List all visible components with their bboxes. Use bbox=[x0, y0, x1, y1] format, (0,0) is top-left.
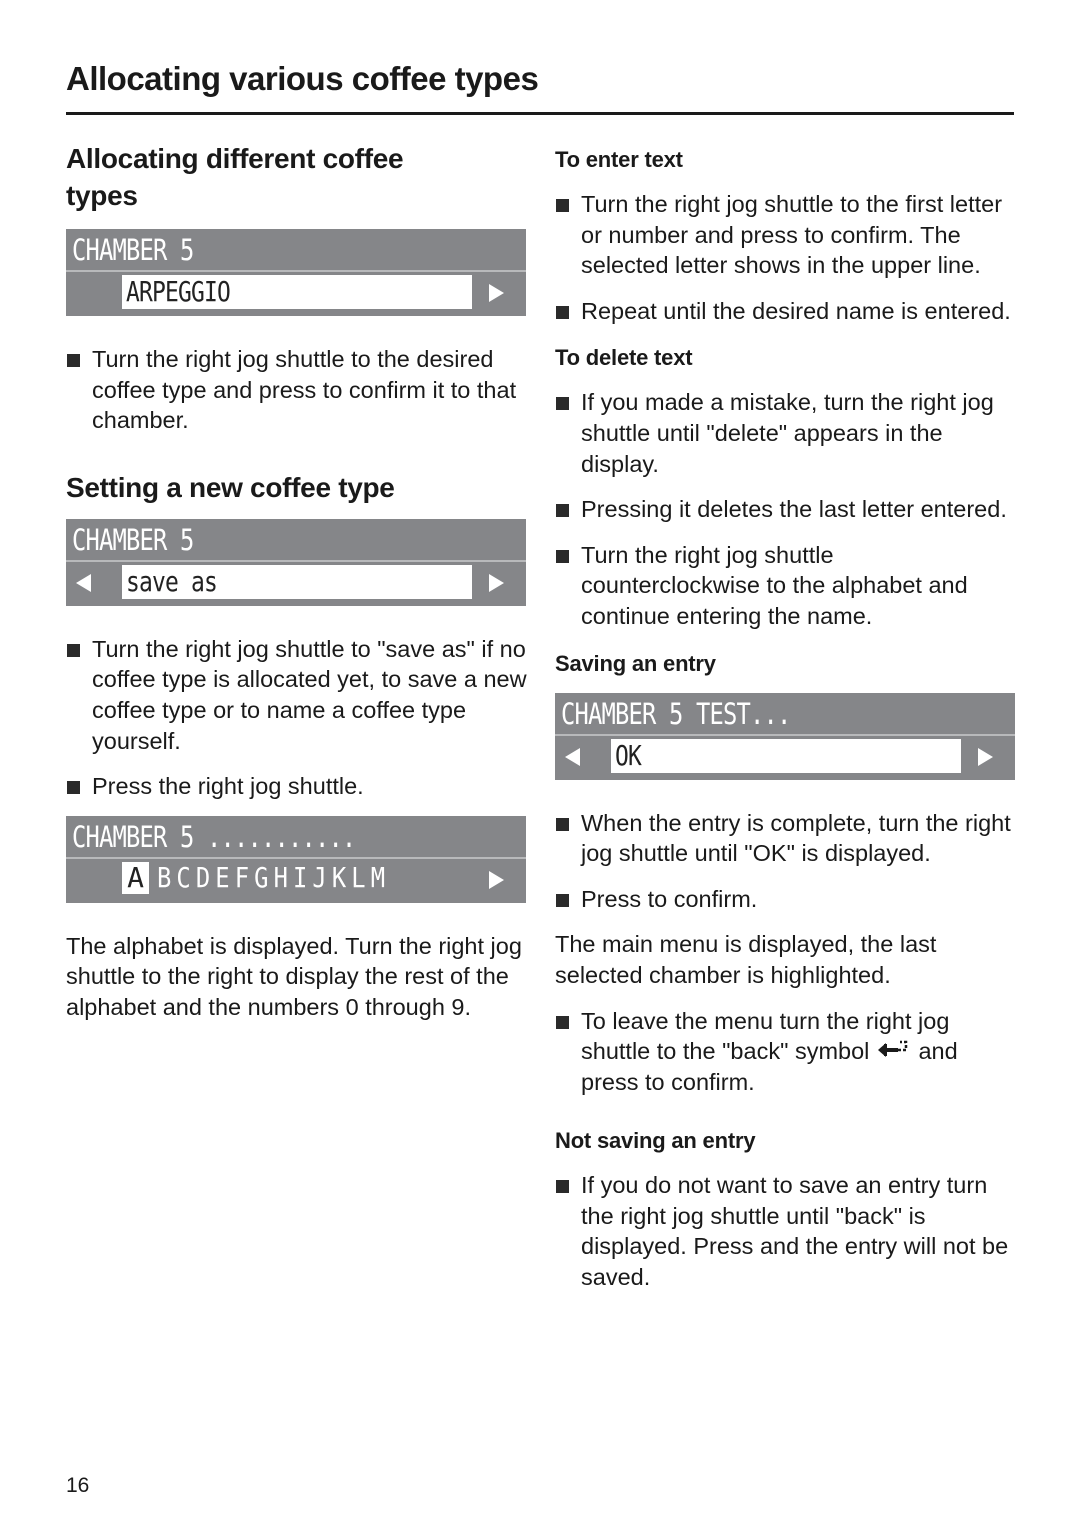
page-number: 16 bbox=[66, 1474, 90, 1497]
lcd-top-line: CHAMBER 5 bbox=[72, 522, 194, 557]
list-item: Turn the right jog shuttle to the first … bbox=[555, 189, 1015, 281]
list-item: If you made a mistake, turn the right jo… bbox=[555, 387, 1015, 479]
right-column: To enter text Turn the right jog shuttle… bbox=[555, 140, 1015, 1293]
bullet-square-icon bbox=[556, 199, 569, 212]
list-item: Turn the right jog shuttle counterclockw… bbox=[555, 540, 1015, 632]
bullet-square-icon bbox=[67, 781, 80, 795]
main-menu-paragraph: The main menu is displayed, the last sel… bbox=[555, 931, 937, 988]
list-item: Turn the right jog shuttle to "save as" … bbox=[66, 634, 531, 756]
bullet-square-icon bbox=[556, 893, 569, 907]
lcd-field: ARPEGGIO bbox=[126, 275, 231, 308]
list-item: Repeat until the desired name is entered… bbox=[555, 296, 1015, 327]
lcd-field: save as bbox=[126, 564, 218, 598]
bullet-square-icon bbox=[556, 504, 569, 518]
bullet-square-icon bbox=[556, 1015, 569, 1029]
bullet-square-icon bbox=[556, 305, 569, 319]
list-item: When the entry is complete, turn the rig… bbox=[555, 808, 1015, 869]
lcd-top-line: CHAMBER 5 ........... bbox=[72, 819, 356, 854]
bullet-square-icon bbox=[67, 354, 80, 367]
right-arrow-icon bbox=[489, 870, 504, 889]
bullet-square-icon bbox=[556, 817, 569, 831]
heading-setting-new: Setting a new coffee type bbox=[66, 471, 395, 503]
bullet-square-icon bbox=[67, 643, 80, 657]
heading-delete-text: To delete text bbox=[555, 345, 693, 371]
list-item: If you do not want to save an entry turn… bbox=[555, 1170, 1015, 1292]
selected-letter: A bbox=[122, 861, 149, 894]
left-column: Allocating different coffee types CHAMBE… bbox=[66, 140, 531, 1023]
left-arrow-icon bbox=[76, 573, 91, 592]
list-item: Press to confirm. bbox=[555, 884, 1015, 915]
alphabet-letters: BCDEFGHIJKLM bbox=[157, 860, 391, 894]
lcd-top-line: CHAMBER 5 TEST... bbox=[561, 696, 791, 731]
heading-saving-entry: Saving an entry bbox=[555, 650, 716, 676]
bullet-square-icon bbox=[556, 397, 569, 411]
bullet-square-icon bbox=[556, 1180, 569, 1194]
right-arrow-icon bbox=[489, 284, 504, 302]
lcd-display-save-as: CHAMBER 5 save as bbox=[66, 518, 526, 606]
alphabet-paragraph: The alphabet is displayed. Turn the righ… bbox=[66, 932, 522, 1020]
heading-not-saving: Not saving an entry bbox=[555, 1128, 756, 1154]
lcd-display-ok: CHAMBER 5 TEST... OK bbox=[555, 692, 1015, 780]
lcd-top-line: CHAMBER 5 bbox=[72, 233, 194, 267]
lcd-field: OK bbox=[615, 738, 642, 772]
heading-allocating-different: Allocating different coffee types bbox=[66, 143, 404, 211]
list-item: Press the right jog shuttle. bbox=[66, 771, 531, 802]
right-arrow-icon bbox=[978, 747, 993, 766]
title-divider bbox=[66, 112, 1014, 115]
heading-enter-text: To enter text bbox=[555, 147, 683, 172]
list-item: Turn the right jog shuttle to the desire… bbox=[66, 344, 531, 436]
right-arrow-icon bbox=[489, 573, 504, 592]
left-arrow-icon bbox=[565, 747, 580, 766]
page-title: Allocating various coffee types bbox=[66, 60, 539, 97]
list-item: To leave the menu turn the right jog shu… bbox=[555, 1006, 1015, 1098]
bullet-square-icon bbox=[556, 549, 569, 563]
back-symbol-icon bbox=[877, 1040, 908, 1058]
lcd-display-arpeggio: CHAMBER 5 ARPEGGIO bbox=[66, 229, 526, 316]
lcd-display-alphabet: CHAMBER 5 ........... A BCDEFGHIJKLM bbox=[66, 815, 526, 903]
list-item: Pressing it deletes the last letter ente… bbox=[555, 494, 1015, 525]
